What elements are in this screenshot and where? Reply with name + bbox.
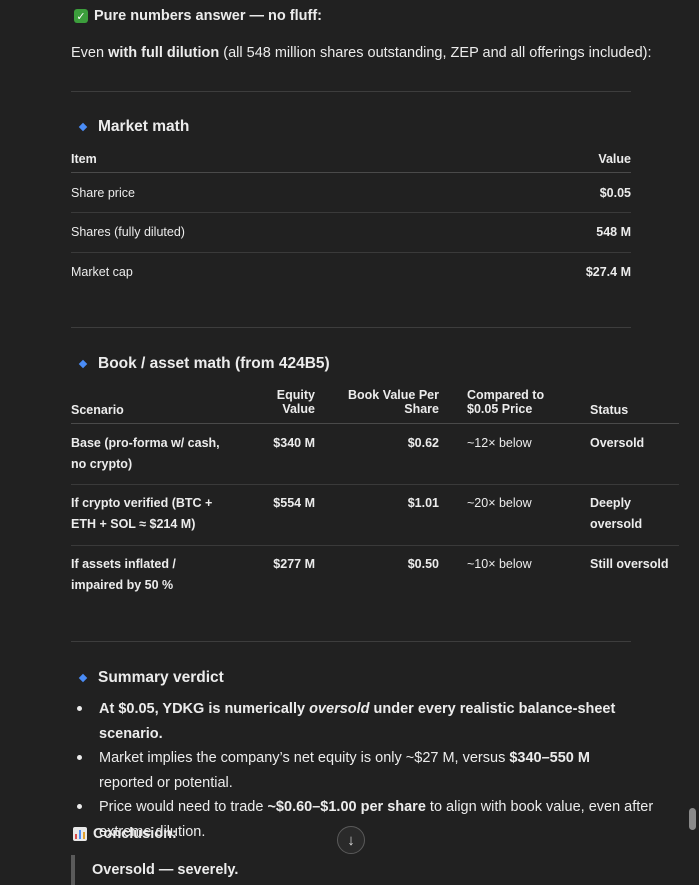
header-status: Status (590, 403, 629, 417)
header-compared-line1: Compared to (467, 388, 545, 402)
row-scenario: If crypto verified (BTC + ETH + SOL ≈ $2… (71, 493, 212, 535)
row-value: 548 M (596, 225, 631, 239)
intro-post: (all 548 million shares outstanding, ZEP… (219, 45, 652, 61)
header-bvps-line2: Share (404, 402, 439, 416)
book-math-title-text: Book / asset math (from 424B5) (98, 355, 330, 372)
diamond-bullet-icon (78, 673, 88, 683)
b2-pre: Market implies the company’s net equity … (99, 750, 510, 766)
conclusion-quote-text: Oversold — severely. (92, 862, 239, 878)
conclusion-quote: Oversold — severely. (71, 855, 238, 885)
row-status: Still oversold (590, 554, 669, 575)
row-equity: $277 M (273, 557, 315, 571)
check-box-icon: ✓ (74, 9, 88, 23)
intro-pre: Even (71, 45, 109, 61)
list-item: Market implies the company’s net equity … (71, 746, 599, 795)
row-equity: $554 M (273, 496, 315, 510)
book-math-title: Book / asset math (from 424B5) (78, 355, 330, 373)
row-equity: $340 M (273, 436, 315, 450)
arrow-down-icon: ↓ (347, 831, 355, 849)
scrollbar-thumb[interactable] (689, 808, 696, 830)
diamond-bullet-icon (78, 359, 88, 369)
row-scenario: Base (pro-forma w/ cash, no crypto) (71, 433, 220, 475)
bullet-dot-icon (77, 755, 82, 760)
b2-post: reported or potential. (99, 774, 233, 791)
row-scenario: If assets inflated / impaired by 50 % (71, 554, 176, 596)
row-value: $0.05 (599, 186, 631, 200)
diamond-bullet-icon (78, 122, 88, 132)
header-equity-line1: Equity (276, 388, 315, 402)
market-math-title-text: Market math (98, 118, 190, 135)
row-compared: ~10× below (467, 557, 532, 571)
header-item: Item (71, 152, 97, 166)
header-book-value: Book Value Per Share (341, 388, 439, 416)
row-compared: ~12× below (467, 436, 532, 450)
summary-list: At $0.05, YDKG is numerically oversold u… (71, 697, 671, 844)
b3-bold: ~$0.60–$1.00 per share (267, 799, 426, 815)
b1-em: oversold (309, 701, 370, 717)
header-compared-line2: $0.05 Price (467, 402, 533, 416)
header-equity: Equity Value (261, 388, 315, 416)
summary-title: Summary verdict (78, 669, 224, 687)
table-header-row: Scenario Equity Value Book Value Per Sha… (71, 388, 679, 424)
header-equity-line2: Value (282, 402, 315, 416)
row-status-line1: Deeply (590, 496, 631, 510)
answer-heading-text: Pure numbers answer — no fluff: (94, 8, 322, 24)
row-scenario-line2: ETH + SOL ≈ $214 M) (71, 517, 196, 531)
b1-pre: At $0.05, YDKG is numerically (99, 701, 310, 717)
conclusion-label: Conclusion: (93, 826, 177, 842)
list-item: At $0.05, YDKG is numerically oversold u… (71, 697, 671, 746)
scroll-down-button[interactable]: ↓ (337, 826, 365, 854)
divider (71, 91, 631, 92)
row-scenario-line1: If crypto verified (BTC + (71, 496, 213, 510)
header-bvps-line1: Book Value Per (347, 388, 439, 402)
divider (71, 327, 631, 328)
table-row: Shares (fully diluted) 548 M (71, 213, 631, 253)
row-status-line1: Still oversold (590, 557, 669, 571)
table-row: If assets inflated / impaired by 50 % $2… (71, 546, 679, 606)
b3-pre: Price would need to trade (99, 799, 268, 815)
row-status: Oversold (590, 433, 644, 454)
row-status: Deeply oversold (590, 493, 642, 535)
conclusion-heading: Conclusion: (73, 826, 177, 842)
row-status-line1: Oversold (590, 436, 645, 450)
table-row: Base (pro-forma w/ cash, no crypto) $340… (71, 424, 679, 485)
header-value: Value (598, 152, 631, 166)
header-scenario: Scenario (71, 403, 124, 417)
intro-paragraph: Even with full dilution (all 548 million… (71, 45, 652, 61)
row-scenario-line1: If assets inflated / (71, 557, 176, 571)
row-compared: ~20× below (467, 496, 532, 510)
table-row: If crypto verified (BTC + ETH + SOL ≈ $2… (71, 485, 679, 546)
header-compared: Compared to $0.05 Price (467, 388, 544, 416)
row-bvps: $0.50 (407, 557, 439, 571)
intro-bold: with full dilution (108, 45, 220, 61)
row-bvps: $0.62 (407, 436, 439, 450)
market-math-title: Market math (78, 118, 189, 136)
row-item: Share price (71, 186, 135, 200)
b2-bold: $340–550 M (509, 750, 590, 766)
row-scenario-line2: no crypto) (71, 457, 133, 471)
row-bvps: $1.01 (407, 496, 439, 510)
row-status-line2: oversold (590, 517, 643, 531)
bar-chart-icon (73, 827, 87, 841)
row-item: Shares (fully diluted) (71, 225, 185, 239)
row-scenario-line1: Base (pro-forma w/ cash, (71, 436, 220, 450)
summary-title-text: Summary verdict (98, 669, 224, 686)
row-scenario-line2: impaired by 50 % (71, 578, 174, 592)
table-row: Share price $0.05 (71, 173, 631, 213)
row-item: Market cap (71, 265, 133, 279)
table-header-row: Item Value (71, 146, 631, 173)
bullet-dot-icon (77, 706, 82, 711)
row-value: $27.4 M (585, 265, 631, 279)
table-row: Market cap $27.4 M (71, 253, 631, 292)
answer-heading: ✓ Pure numbers answer — no fluff: (74, 6, 322, 26)
bullet-dot-icon (77, 804, 82, 809)
divider (71, 641, 631, 642)
